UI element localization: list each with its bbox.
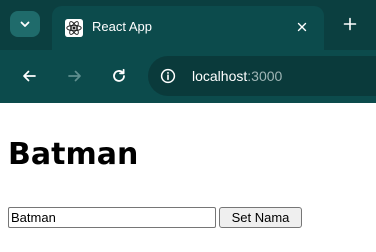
- tab-title: React App: [92, 19, 152, 34]
- info-icon: [160, 68, 176, 84]
- react-logo-icon: [65, 19, 83, 37]
- reload-icon: [113, 68, 125, 82]
- arrow-left-icon: [23, 70, 36, 82]
- url-text: localhost:3000: [192, 67, 282, 85]
- new-tab-button[interactable]: [338, 12, 362, 36]
- plus-icon: [343, 17, 357, 31]
- url-port: :3000: [247, 68, 283, 84]
- reload-button[interactable]: [106, 63, 132, 89]
- tab-search-button[interactable]: [10, 11, 40, 37]
- close-icon: [297, 22, 307, 32]
- browser-chrome: React App localhost:3000: [0, 0, 376, 103]
- page-heading: Batman: [8, 137, 139, 172]
- set-name-button[interactable]: Set Nama: [219, 207, 302, 228]
- tab-close-button[interactable]: [292, 17, 312, 37]
- browser-tab[interactable]: React App: [52, 6, 324, 50]
- page-content: Batman Set Nama: [0, 103, 376, 252]
- name-input[interactable]: [8, 207, 216, 228]
- address-bar[interactable]: localhost:3000: [148, 56, 376, 96]
- browser-toolbar: localhost:3000: [0, 50, 376, 103]
- forward-button[interactable]: [62, 63, 88, 89]
- chevron-down-icon: [20, 21, 30, 27]
- url-host: localhost: [192, 68, 248, 84]
- site-info-button[interactable]: [158, 66, 178, 86]
- arrow-right-icon: [68, 70, 81, 82]
- back-button[interactable]: [16, 63, 42, 89]
- tab-strip: React App: [0, 0, 376, 50]
